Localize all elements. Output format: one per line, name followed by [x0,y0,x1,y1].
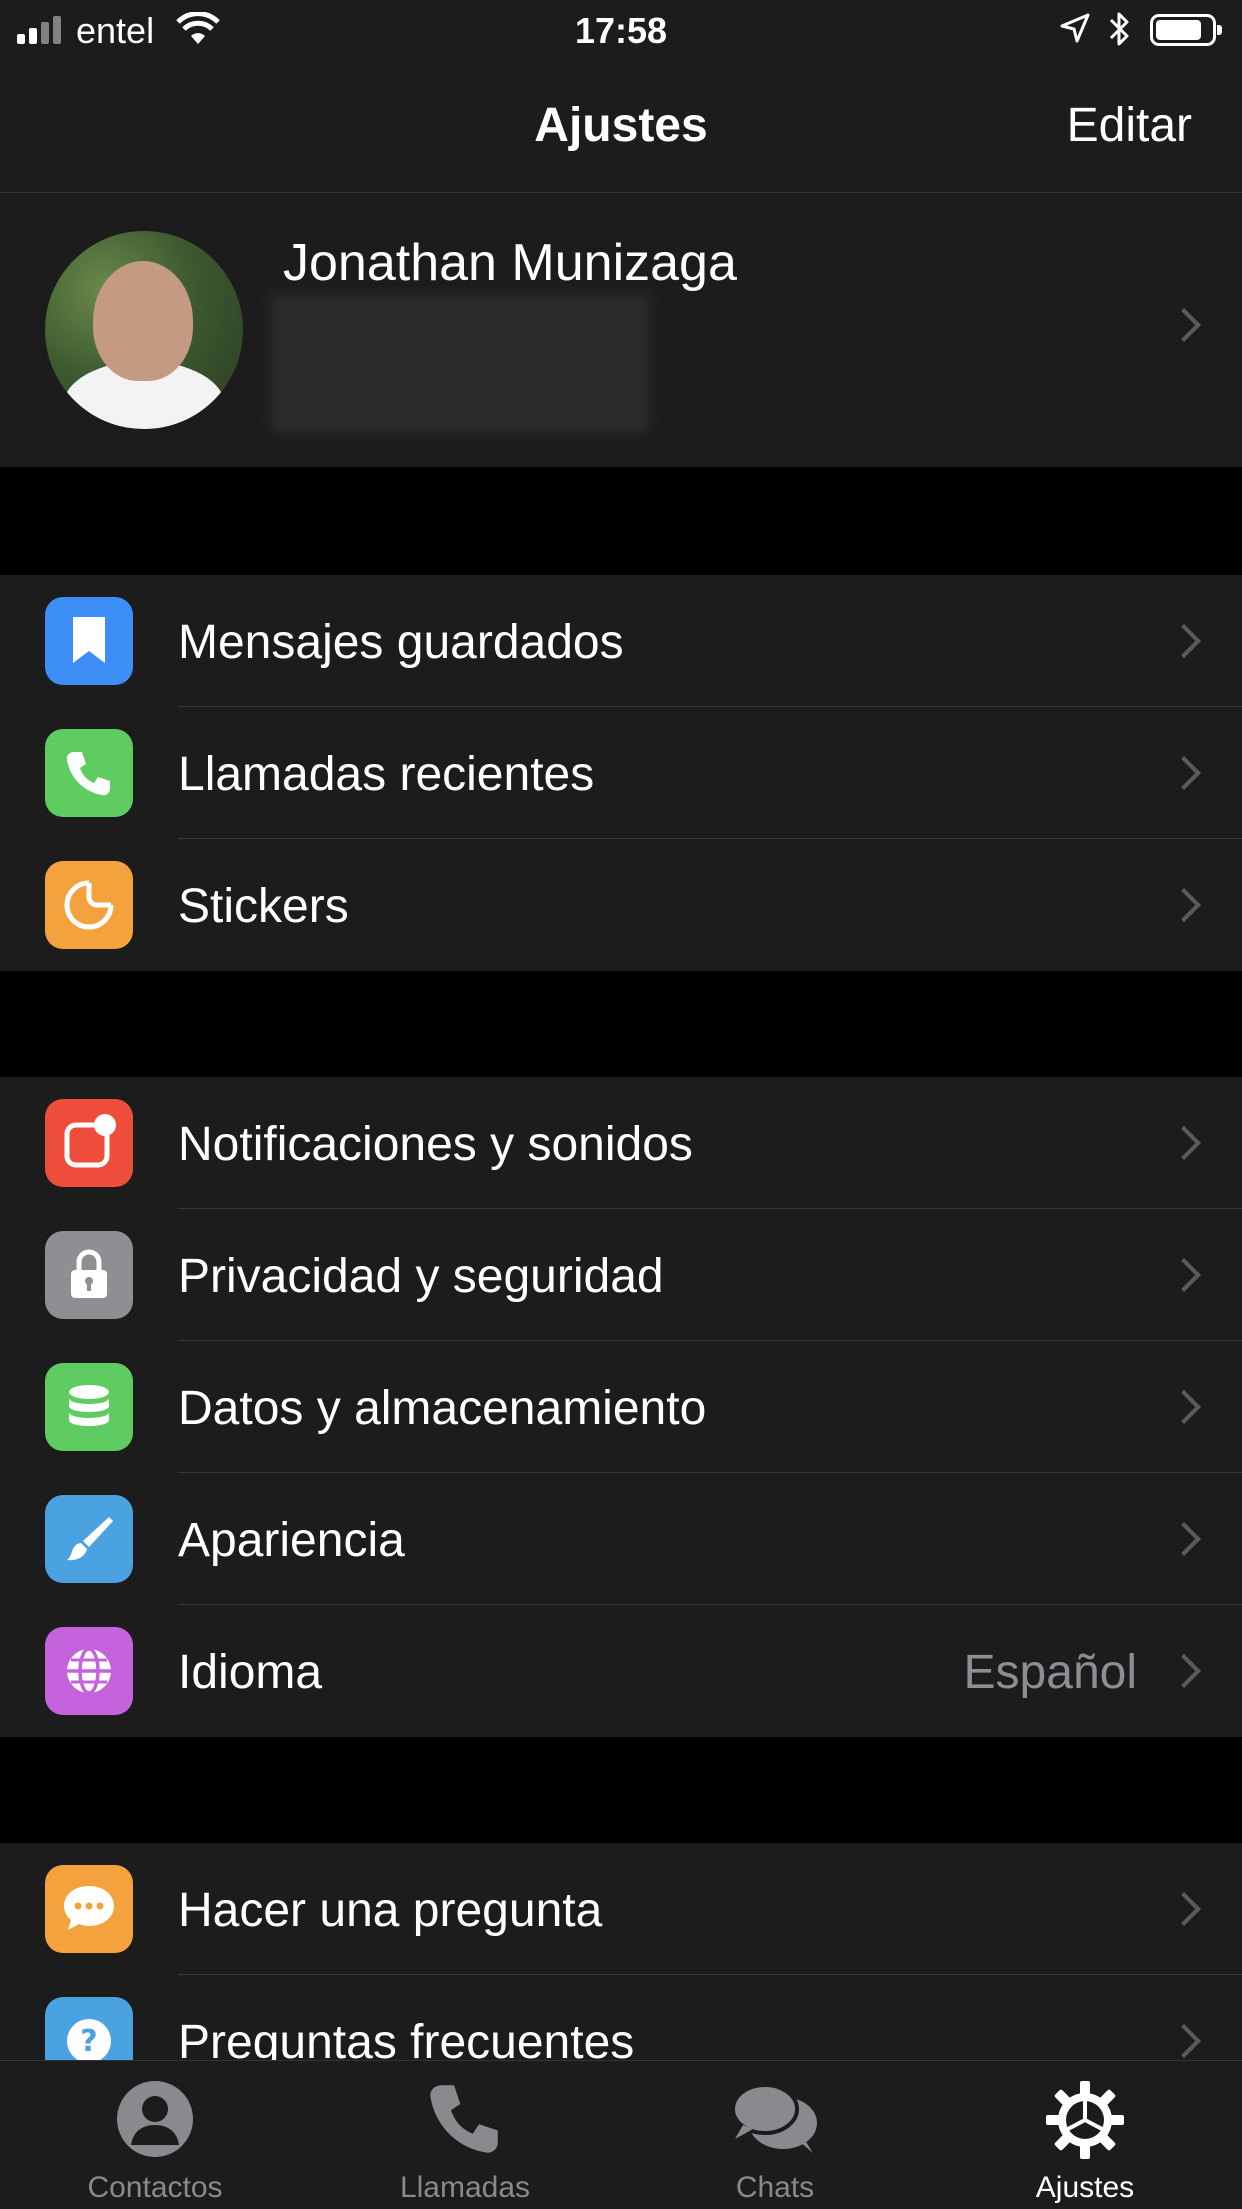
chat-bubbles-icon [620,2079,930,2163]
chat-bubble-icon [45,1865,133,1953]
navigation-bar: Ajustes Editar [0,60,1242,193]
row-label: Idioma [178,1646,323,1699]
language-value: Español [963,1646,1137,1699]
svg-text:?: ? [80,2024,97,2059]
phone-icon [310,2079,620,2163]
settings-row-privacy[interactable]: Privacidad y seguridad [0,1209,1242,1341]
tab-settings[interactable]: Ajustes [930,2061,1240,2209]
tab-chats[interactable]: Chats [620,2061,930,2209]
lock-icon [45,1231,133,1319]
settings-group-2: Notificaciones y sonidos Privacidad y se… [0,1077,1242,1737]
row-label: Mensajes guardados [178,616,624,669]
phone-icon [45,729,133,817]
edit-button[interactable]: Editar [1067,98,1192,153]
profile-row[interactable]: Jonathan Munizaga [0,193,1242,467]
settings-row-recent-calls[interactable]: Llamadas recientes [0,707,1242,839]
chevron-right-icon [1167,756,1201,790]
page-title: Ajustes [534,99,708,152]
settings-row-stickers[interactable]: Stickers [0,839,1242,971]
row-label: Hacer una pregunta [178,1884,603,1937]
tab-label: Llamadas [399,2171,531,2204]
tab-contacts[interactable]: Contactos [0,2061,310,2209]
settings-group-3: Hacer una pregunta ? Preguntas frecuente… [0,1843,1242,2060]
row-label: Datos y almacenamiento [178,1382,707,1435]
question-icon: ? [45,1997,133,2060]
row-label: Preguntas frecuentes [178,2016,635,2060]
location-icon [1060,13,1090,48]
row-label: Notificaciones y sonidos [178,1118,693,1171]
settings-icon [930,2079,1240,2163]
chevron-right-icon [1167,1522,1201,1556]
brush-icon [45,1495,133,1583]
settings-row-saved-messages[interactable]: Mensajes guardados [0,575,1242,707]
tab-label: Chats [735,2171,815,2204]
globe-icon [45,1627,133,1715]
chevron-right-icon [1167,888,1201,922]
chevron-right-icon [1167,1390,1201,1424]
settings-row-faq[interactable]: ? Preguntas frecuentes [0,1975,1242,2060]
database-icon [45,1363,133,1451]
settings-row-notifications[interactable]: Notificaciones y sonidos [0,1077,1242,1209]
settings-group-1: Mensajes guardados Llamadas recientes St… [0,575,1242,971]
person-icon [0,2079,310,2163]
row-label: Llamadas recientes [178,748,595,801]
chevron-right-icon [1167,624,1201,658]
notification-icon [45,1099,133,1187]
bluetooth-icon [1107,10,1131,53]
row-label: Privacidad y seguridad [178,1250,664,1303]
bookmark-icon [45,597,133,685]
chevron-right-icon [1167,308,1201,342]
avatar [45,231,243,429]
chevron-right-icon [1167,1258,1201,1292]
profile-name: Jonathan Munizaga [283,234,737,292]
tab-label: Ajustes [1035,2171,1135,2204]
chevron-right-icon [1167,1126,1201,1160]
row-label: Apariencia [178,1514,405,1567]
row-label: Stickers [178,880,349,933]
settings-row-ask-question[interactable]: Hacer una pregunta [0,1843,1242,1975]
chevron-right-icon [1167,2024,1201,2058]
chevron-right-icon [1167,1892,1201,1926]
tab-calls[interactable]: Llamadas [310,2061,620,2209]
battery-icon [1150,14,1222,46]
tab-label: Contactos [87,2171,223,2204]
profile-phone-redacted [270,293,650,433]
tab-bar: Contactos Llamadas Chats Ajustes [0,2060,1242,2209]
chevron-right-icon [1167,1654,1201,1688]
sticker-icon [45,861,133,949]
clock: 17:58 [574,10,668,51]
settings-row-data-storage[interactable]: Datos y almacenamiento [0,1341,1242,1473]
settings-row-appearance[interactable]: Apariencia [0,1473,1242,1605]
status-bar: entel 17:58 [0,0,1242,60]
settings-row-language[interactable]: Idioma Español [0,1605,1242,1737]
